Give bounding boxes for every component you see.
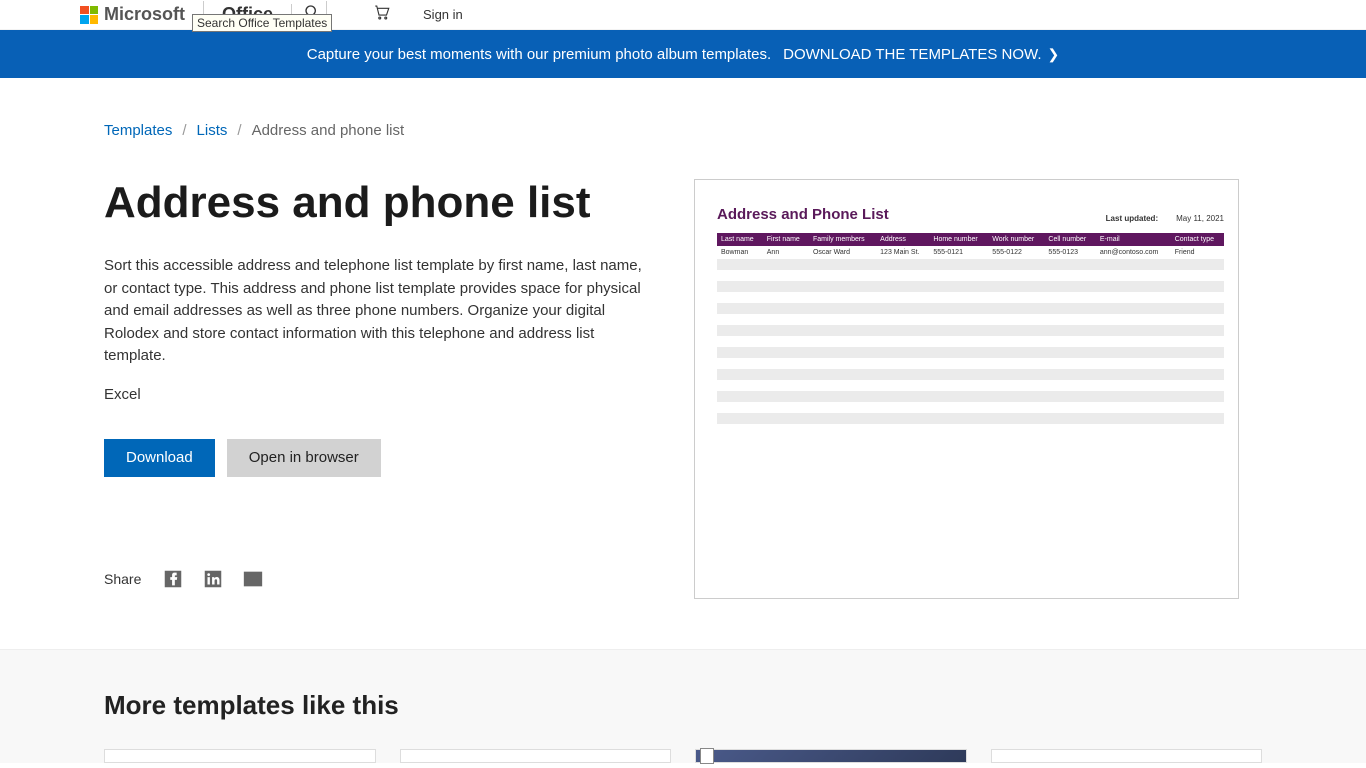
related-cards bbox=[104, 749, 1262, 763]
col-firstname: First name bbox=[763, 233, 809, 246]
table-row bbox=[717, 391, 1224, 402]
table-row bbox=[717, 358, 1224, 369]
signin-link[interactable]: Sign in bbox=[423, 7, 463, 22]
table-row: Bowman Ann Oscar Ward 123 Main St. 555-0… bbox=[717, 246, 1224, 259]
more-title: More templates like this bbox=[104, 690, 1262, 721]
breadcrumb: Templates / Lists / Address and phone li… bbox=[104, 122, 1262, 139]
table-row bbox=[717, 325, 1224, 336]
cart-button[interactable] bbox=[373, 3, 391, 26]
more-section: More templates like this bbox=[0, 649, 1366, 763]
promo-cta-label: DOWNLOAD THE TEMPLATES NOW. bbox=[783, 46, 1041, 63]
col-lastname: Last name bbox=[717, 233, 763, 246]
linkedin-icon[interactable] bbox=[201, 567, 225, 591]
share-row: Share bbox=[104, 567, 644, 591]
preview-updated-label: Last updated: bbox=[1106, 214, 1158, 223]
table-row bbox=[717, 369, 1224, 380]
breadcrumb-lists[interactable]: Lists bbox=[197, 122, 228, 139]
template-app: Excel bbox=[104, 386, 644, 403]
open-in-browser-button[interactable]: Open in browser bbox=[227, 439, 381, 477]
breadcrumb-templates[interactable]: Templates bbox=[104, 122, 172, 139]
top-header: Microsoft Office Search Office Templates… bbox=[0, 0, 1366, 30]
promo-cta[interactable]: DOWNLOAD THE TEMPLATES NOW. ❯ bbox=[783, 46, 1059, 63]
table-row bbox=[717, 314, 1224, 325]
template-description: Sort this accessible address and telepho… bbox=[104, 255, 644, 368]
table-row bbox=[717, 402, 1224, 413]
col-family: Family members bbox=[809, 233, 876, 246]
breadcrumb-separator: / bbox=[182, 122, 186, 139]
col-cell: Cell number bbox=[1044, 233, 1095, 246]
breadcrumb-current: Address and phone list bbox=[252, 122, 405, 139]
breadcrumb-separator: / bbox=[237, 122, 241, 139]
promo-text: Capture your best moments with our premi… bbox=[307, 46, 771, 63]
table-row bbox=[717, 336, 1224, 347]
col-work: Work number bbox=[988, 233, 1044, 246]
table-row bbox=[717, 292, 1224, 303]
chevron-right-icon: ❯ bbox=[1048, 46, 1060, 63]
col-email: E-mail bbox=[1096, 233, 1171, 246]
related-card[interactable] bbox=[695, 749, 967, 763]
preview-title: Address and Phone List bbox=[717, 206, 889, 223]
microsoft-logo-icon bbox=[80, 6, 98, 24]
microsoft-brand-text: Microsoft bbox=[104, 4, 185, 25]
search-tooltip: Search Office Templates bbox=[192, 14, 332, 32]
microsoft-logo[interactable]: Microsoft bbox=[80, 4, 185, 25]
preview-table: Last name First name Family members Addr… bbox=[717, 233, 1224, 424]
col-home: Home number bbox=[929, 233, 988, 246]
preview-updated-date: May 11, 2021 bbox=[1176, 214, 1224, 223]
facebook-icon[interactable] bbox=[161, 567, 185, 591]
page-title: Address and phone list bbox=[104, 179, 644, 227]
action-row: Download Open in browser bbox=[104, 439, 644, 477]
table-row bbox=[717, 413, 1224, 424]
email-icon[interactable] bbox=[241, 567, 265, 591]
table-row bbox=[717, 259, 1224, 270]
table-row bbox=[717, 380, 1224, 391]
col-address: Address bbox=[876, 233, 929, 246]
download-button[interactable]: Download bbox=[104, 439, 215, 477]
table-row bbox=[717, 303, 1224, 314]
table-row bbox=[717, 281, 1224, 292]
related-card[interactable] bbox=[104, 749, 376, 763]
promo-banner[interactable]: Capture your best moments with our premi… bbox=[0, 30, 1366, 78]
related-card[interactable] bbox=[400, 749, 672, 763]
table-row bbox=[717, 270, 1224, 281]
related-card[interactable] bbox=[991, 749, 1263, 763]
template-preview: Address and Phone List Last updated: May… bbox=[694, 179, 1239, 599]
page-content: Templates / Lists / Address and phone li… bbox=[88, 78, 1278, 599]
col-type: Contact type bbox=[1171, 233, 1224, 246]
table-row bbox=[717, 347, 1224, 358]
share-label: Share bbox=[104, 571, 141, 587]
